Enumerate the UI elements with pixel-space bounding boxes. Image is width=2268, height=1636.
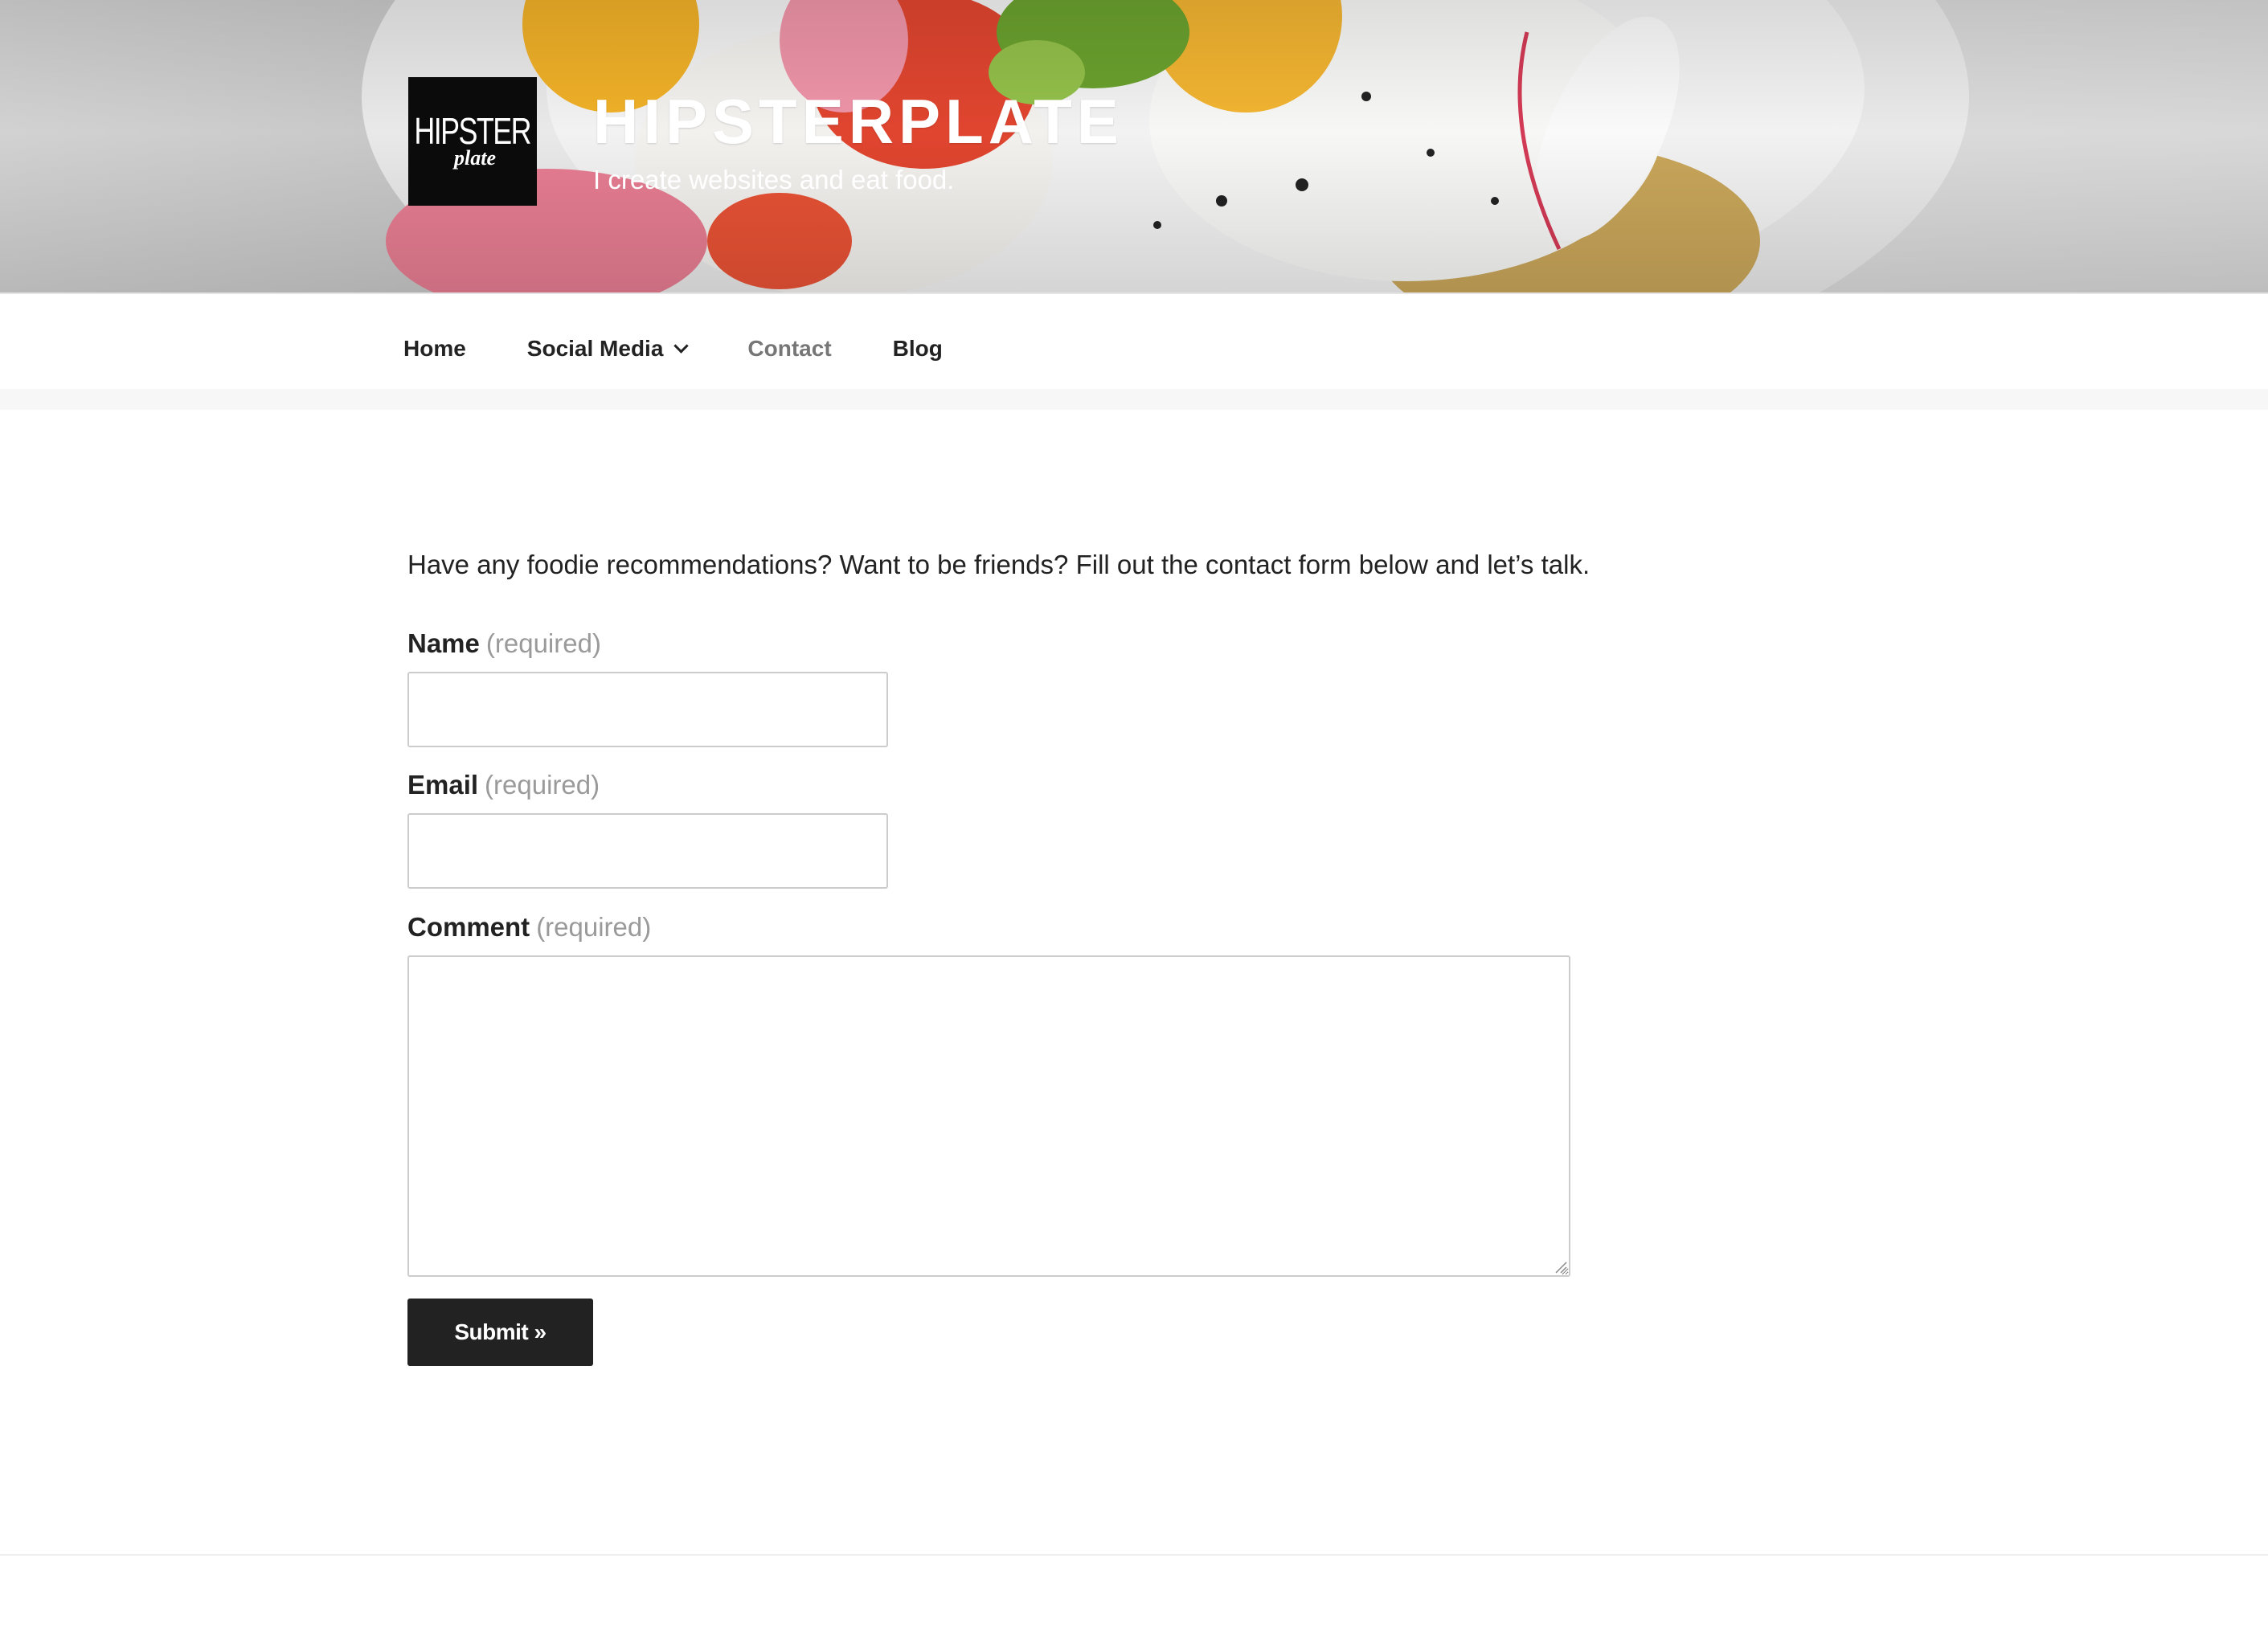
nav-item-blog[interactable]: Blog bbox=[893, 336, 943, 362]
nav-item-label: Home bbox=[403, 336, 466, 361]
nav-item-label: Blog bbox=[892, 336, 943, 361]
submit-button[interactable]: Submit » bbox=[407, 1299, 593, 1366]
email-label-text: Email bbox=[407, 770, 479, 800]
nav-item-contact[interactable]: Contact bbox=[747, 336, 831, 362]
email-label: Email (required) bbox=[407, 770, 600, 800]
site-logo[interactable]: HIPSTER plate bbox=[408, 77, 537, 206]
name-label-text: Name bbox=[407, 628, 480, 658]
main-navigation: Home Social Media Contact Blog bbox=[0, 292, 2268, 391]
nav-item-home[interactable]: Home bbox=[403, 336, 466, 362]
site-tagline: I create websites and eat food. bbox=[593, 165, 955, 194]
nav-divider bbox=[0, 389, 2268, 410]
required-note: (required) bbox=[485, 770, 600, 800]
nav-menu: Home Social Media Contact Blog bbox=[403, 336, 1004, 362]
email-input[interactable] bbox=[407, 813, 888, 889]
contact-intro-text: Have any foodie recommendations? Want to… bbox=[407, 550, 1590, 579]
required-note: (required) bbox=[485, 628, 601, 658]
comment-textarea[interactable] bbox=[407, 955, 1570, 1277]
site-header: HIPSTER plate HIPSTERPLATE I create webs… bbox=[0, 0, 2268, 292]
name-label: Name (required) bbox=[407, 628, 601, 659]
header-overlay bbox=[0, 0, 2268, 292]
site-title-link[interactable]: HIPSTERPLATE bbox=[593, 90, 1124, 153]
required-note: (required) bbox=[536, 912, 652, 942]
nav-item-social-media[interactable]: Social Media bbox=[526, 336, 690, 362]
comment-label: Comment (required) bbox=[407, 912, 651, 943]
name-input[interactable] bbox=[407, 672, 888, 747]
comment-label-text: Comment bbox=[407, 912, 530, 942]
chevron-down-icon bbox=[673, 337, 690, 354]
nav-item-label: Social Media bbox=[526, 336, 664, 361]
nav-item-label: Contact bbox=[747, 336, 832, 361]
logo-wordmark: HIPSTER bbox=[414, 110, 532, 152]
footer-divider bbox=[0, 1554, 2268, 1556]
